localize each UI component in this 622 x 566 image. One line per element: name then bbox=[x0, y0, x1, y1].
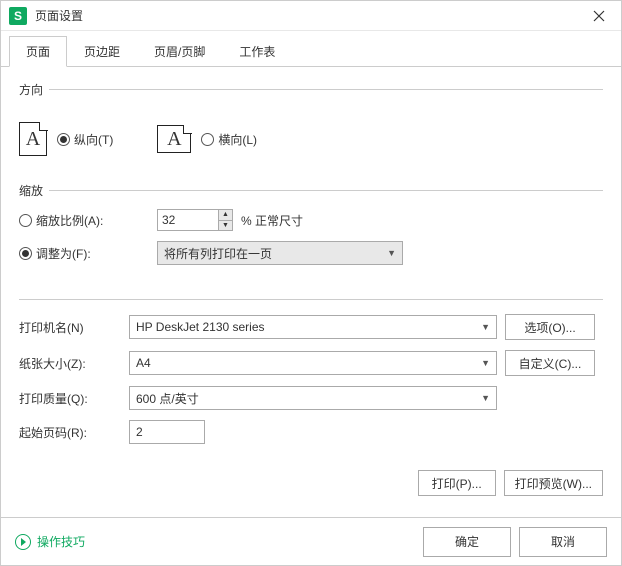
scale-fit-select[interactable]: 将所有列打印在一页 ▼ bbox=[157, 241, 403, 265]
scale-ratio-value: 32 bbox=[162, 213, 175, 227]
tab-headerfooter[interactable]: 页眉/页脚 bbox=[137, 36, 222, 67]
radio-dot-icon bbox=[57, 133, 70, 146]
radio-dot-icon bbox=[19, 214, 32, 227]
close-button[interactable] bbox=[585, 2, 613, 30]
printer-name-label: 打印机名(N) bbox=[19, 319, 129, 336]
close-icon bbox=[593, 10, 605, 22]
radio-scale-ratio[interactable]: 缩放比例(A): bbox=[19, 212, 129, 229]
chevron-down-icon: ▼ bbox=[481, 358, 490, 368]
scale-ratio-spinner[interactable]: 32 ▲ ▼ bbox=[157, 209, 233, 231]
tab-page[interactable]: 页面 bbox=[9, 36, 67, 67]
radio-portrait[interactable]: 纵向(T) bbox=[57, 131, 113, 148]
radio-dot-icon bbox=[19, 247, 32, 260]
scale-ratio-label: 缩放比例(A): bbox=[36, 212, 103, 229]
scale-fit-value: 将所有列打印在一页 bbox=[164, 245, 272, 262]
paper-size-label: 纸张大小(Z): bbox=[19, 355, 129, 372]
window-title: 页面设置 bbox=[35, 7, 585, 24]
print-quality-select[interactable]: 600 点/英寸 ▼ bbox=[129, 386, 497, 410]
chevron-down-icon: ▼ bbox=[481, 393, 490, 403]
paper-custom-button[interactable]: 自定义(C)... bbox=[505, 350, 595, 376]
radio-landscape[interactable]: 横向(L) bbox=[201, 131, 257, 148]
group-scale: 缩放 bbox=[19, 182, 603, 199]
scale-ratio-suffix: % 正常尺寸 bbox=[241, 212, 303, 229]
portrait-icon: A bbox=[19, 122, 47, 156]
scale-fit-label: 调整为(F): bbox=[36, 245, 91, 262]
tips-link[interactable]: 操作技巧 bbox=[15, 533, 85, 550]
play-circle-icon bbox=[15, 534, 31, 550]
chevron-down-icon: ▼ bbox=[387, 248, 396, 258]
separator bbox=[19, 299, 603, 300]
tab-bar: 页面 页边距 页眉/页脚 工作表 bbox=[1, 35, 621, 67]
tab-worksheet[interactable]: 工作表 bbox=[222, 36, 292, 67]
print-preview-button[interactable]: 打印预览(W)... bbox=[504, 470, 603, 496]
radio-landscape-label: 横向(L) bbox=[218, 131, 257, 148]
radio-dot-icon bbox=[201, 133, 214, 146]
paper-size-value: A4 bbox=[136, 356, 151, 370]
start-page-label: 起始页码(R): bbox=[19, 424, 129, 441]
paper-size-select[interactable]: A4 ▼ bbox=[129, 351, 497, 375]
start-page-value: 2 bbox=[136, 425, 143, 439]
footer: 操作技巧 确定 取消 bbox=[1, 517, 621, 565]
cancel-button[interactable]: 取消 bbox=[519, 527, 607, 557]
print-quality-value: 600 点/英寸 bbox=[136, 390, 199, 407]
spinner-down-icon[interactable]: ▼ bbox=[219, 221, 232, 231]
ok-button[interactable]: 确定 bbox=[423, 527, 511, 557]
start-page-input[interactable]: 2 bbox=[129, 420, 205, 444]
tips-label: 操作技巧 bbox=[37, 533, 85, 550]
printer-name-value: HP DeskJet 2130 series bbox=[136, 320, 265, 334]
print-quality-label: 打印质量(Q): bbox=[19, 390, 129, 407]
printer-name-select[interactable]: HP DeskJet 2130 series ▼ bbox=[129, 315, 497, 339]
group-orientation-label: 方向 bbox=[19, 81, 43, 98]
group-orientation: 方向 bbox=[19, 81, 603, 98]
print-button[interactable]: 打印(P)... bbox=[418, 470, 496, 496]
group-scale-label: 缩放 bbox=[19, 182, 43, 199]
titlebar: S 页面设置 bbox=[1, 1, 621, 31]
radio-portrait-label: 纵向(T) bbox=[74, 131, 113, 148]
landscape-icon: A bbox=[157, 125, 191, 153]
tab-margins[interactable]: 页边距 bbox=[67, 36, 137, 67]
spinner-up-icon[interactable]: ▲ bbox=[219, 210, 232, 221]
printer-options-button[interactable]: 选项(O)... bbox=[505, 314, 595, 340]
chevron-down-icon: ▼ bbox=[481, 322, 490, 332]
app-logo: S bbox=[9, 7, 27, 25]
radio-scale-fit[interactable]: 调整为(F): bbox=[19, 245, 129, 262]
